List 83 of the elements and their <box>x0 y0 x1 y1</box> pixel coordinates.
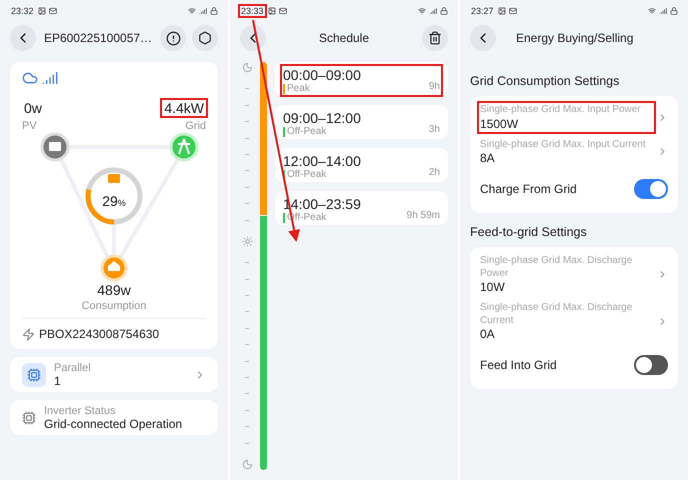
setting-value: 8A <box>480 151 496 165</box>
alert-button[interactable] <box>160 25 186 51</box>
setting-value: 10W <box>480 280 506 294</box>
lock-icon <box>670 7 678 15</box>
delete-button[interactable] <box>422 25 448 51</box>
setting-label: Single-phase Grid Max. Input Power <box>480 104 642 116</box>
setting-value: 0A <box>480 327 496 341</box>
setting-row[interactable]: Single-phase Grid Max. Input Current 8A <box>480 138 668 165</box>
signal-icon <box>429 7 437 15</box>
back-button[interactable] <box>10 25 36 51</box>
moon-icon <box>242 458 252 470</box>
screen-title: Energy Buying/Selling <box>516 31 634 45</box>
battery-icon <box>108 174 120 183</box>
inverter-icon <box>22 411 36 425</box>
toggle-label: Feed Into Grid <box>480 358 558 372</box>
mail-icon <box>278 7 287 15</box>
duration: 2h <box>428 167 440 178</box>
card-label: Inverter Status <box>44 405 117 417</box>
setting-row[interactable]: Single-phase Grid Max. Discharge Current 0A <box>480 302 668 341</box>
schedule-card[interactable]: 00:00–09:00 Peak 9h <box>275 62 448 96</box>
duration: 9h 59m <box>406 210 440 221</box>
screen-title: Schedule <box>318 31 370 45</box>
consumption-power: 489w <box>96 282 132 298</box>
parallel-card[interactable]: Parallel 1 <box>10 357 218 392</box>
trash-icon <box>428 31 442 45</box>
grid-power: 4.4kW <box>162 100 206 116</box>
duration: 3h <box>428 124 440 135</box>
battery-percent: 29% <box>102 193 126 209</box>
status-time: 23:27 <box>470 6 495 16</box>
cloud-icon <box>22 70 38 86</box>
battery-ring <box>86 168 142 224</box>
toggle-switch[interactable] <box>634 179 668 199</box>
device-title: EP600225100057… <box>42 31 154 45</box>
device-serial: PBOX2243008754630 <box>39 327 160 341</box>
moon-icon <box>242 62 252 73</box>
alert-icon <box>166 30 180 46</box>
parallel-icon <box>22 363 46 387</box>
pv-label: PV <box>22 120 37 132</box>
wifi-icon <box>188 7 196 15</box>
setting-row[interactable]: Single-phase Grid Max. Discharge Power 10W <box>480 255 668 294</box>
wifi-icon <box>418 7 426 15</box>
toggle-label: Charge From Grid <box>480 182 578 196</box>
signal-icon <box>42 70 58 86</box>
time-range: 09:00–12:00 <box>283 110 362 126</box>
setting-label: Single-phase Grid Max. Discharge Power <box>480 255 634 280</box>
schedule-card[interactable]: 09:00–12:00 Off-Peak 3h <box>275 105 448 139</box>
settings-icon <box>198 31 212 45</box>
setting-row[interactable]: Single-phase Grid Max. Input Power 1500W <box>480 104 668 130</box>
toggle-switch[interactable] <box>634 355 668 375</box>
sun-icon <box>242 236 252 247</box>
card-value: Grid-connected Operation <box>44 417 184 431</box>
settings-button[interactable] <box>192 25 218 51</box>
pv-power: 0w <box>23 100 43 116</box>
time-range: 00:00–09:00 <box>283 67 362 83</box>
card-value: 1 <box>54 374 62 388</box>
schedule-card[interactable]: 12:00–14:00 Off-Peak 2h <box>275 148 448 182</box>
setting-value: 1500W <box>480 116 520 130</box>
setting-label: Single-phase Grid Max. Discharge Current <box>480 302 634 327</box>
transmission-tower-icon <box>170 132 198 162</box>
lock-icon <box>440 7 448 15</box>
mail-icon <box>508 7 517 15</box>
device-icon <box>22 328 35 340</box>
image-icon <box>38 7 46 15</box>
mail-icon <box>48 7 57 15</box>
back-button[interactable] <box>240 25 266 51</box>
home-icon <box>100 254 128 282</box>
setting-label: Single-phase Grid Max. Input Current <box>480 138 647 151</box>
grid-label: Grid <box>185 120 206 132</box>
wifi-icon <box>648 7 656 15</box>
time-range: 12:00–14:00 <box>283 153 362 169</box>
section-title: Feed-to-grid Settings <box>470 225 588 239</box>
duration: 9h <box>428 81 440 92</box>
back-button[interactable] <box>470 25 496 51</box>
image-icon <box>498 7 506 15</box>
section-title: Grid Consumption Settings <box>470 74 620 88</box>
status-time: 23:32 <box>10 6 35 16</box>
signal-icon <box>659 7 667 15</box>
consumption-label: Consumption <box>82 300 146 312</box>
status-time: 23:33 <box>240 6 265 16</box>
image-icon <box>268 7 276 15</box>
signal-icon <box>199 7 207 15</box>
lock-icon <box>210 7 218 15</box>
card-label: Parallel <box>54 362 92 374</box>
